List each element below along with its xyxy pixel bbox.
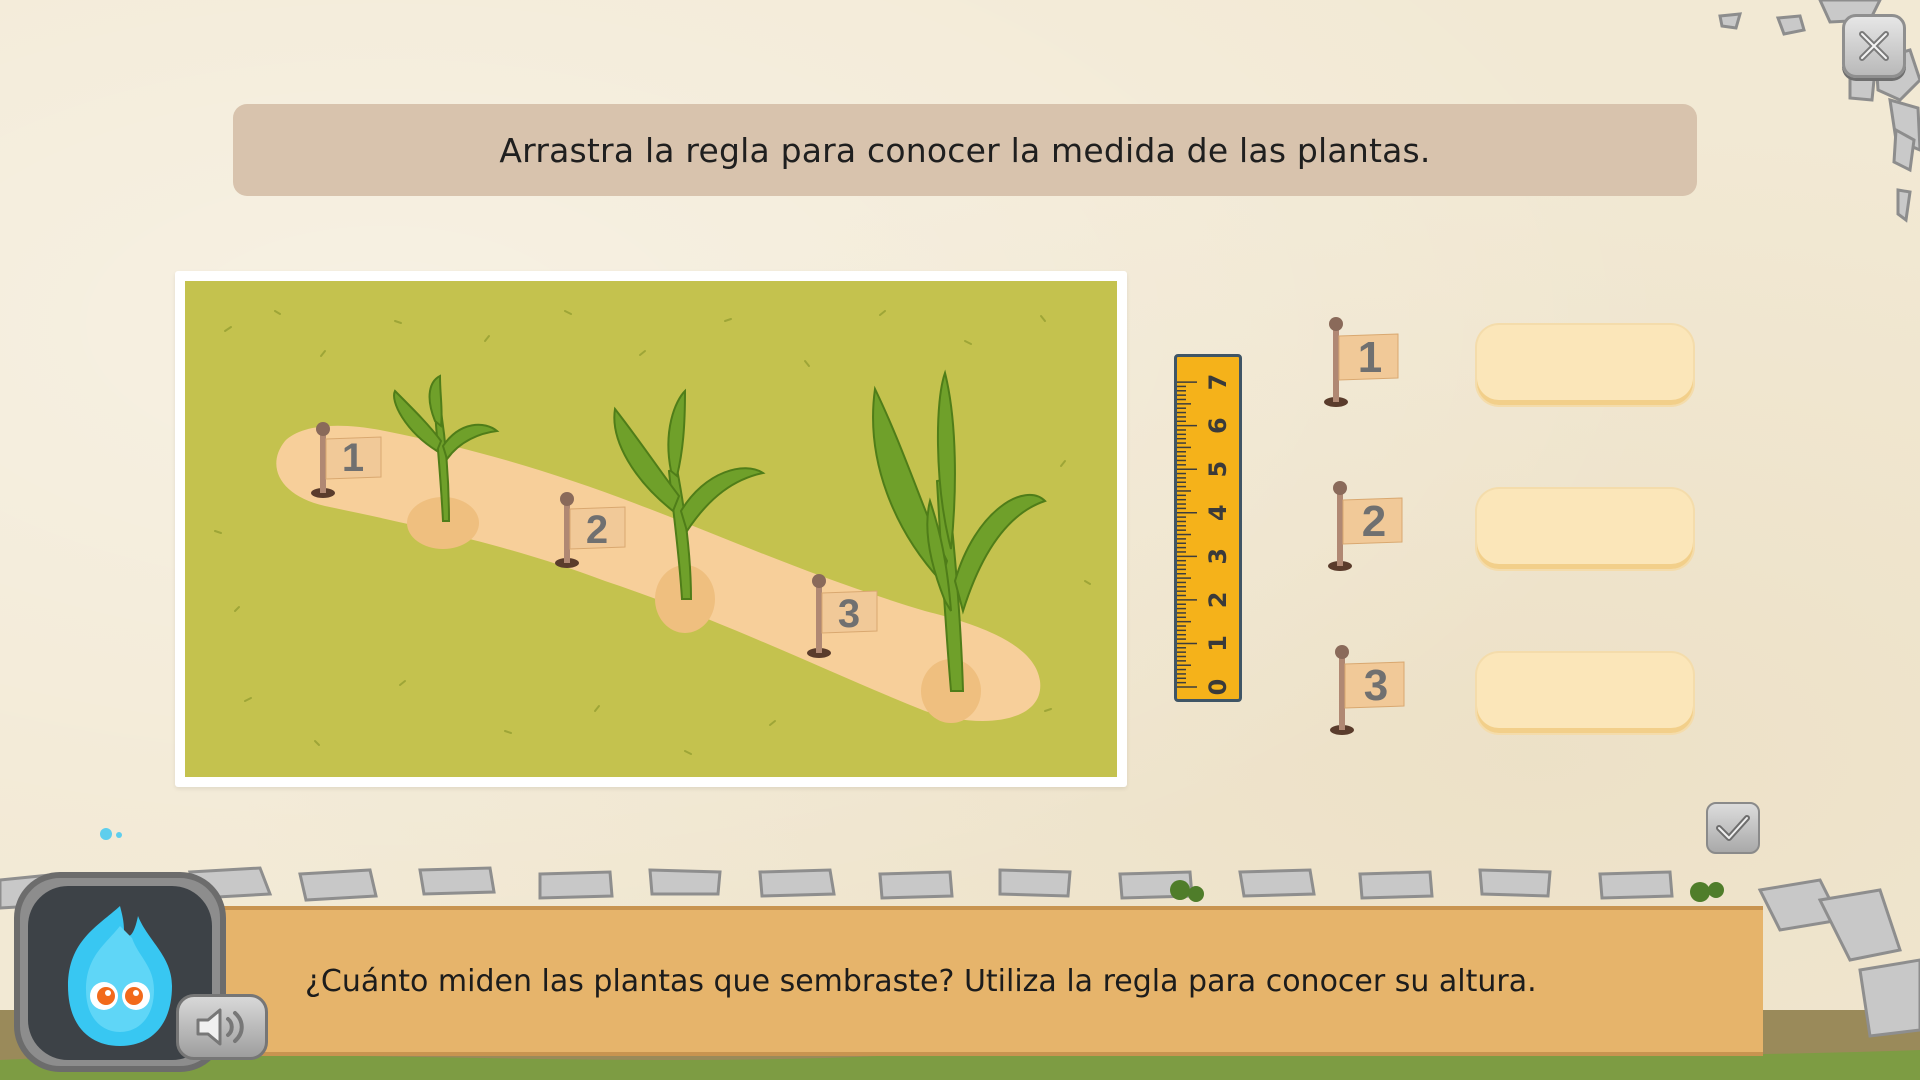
ruler-number: 0 (1204, 679, 1232, 696)
answer-input-1[interactable] (1477, 325, 1693, 405)
close-icon (1859, 31, 1889, 61)
instruction-banner: Arrastra la regla para conocer la medida… (233, 104, 1697, 196)
answer-flag-3-label: 3 (1364, 661, 1388, 710)
ruler-number: 2 (1204, 592, 1232, 609)
scene-flag-1-label: 1 (342, 436, 364, 480)
ruler-number: 1 (1204, 635, 1232, 652)
answer-flag-2-icon: 2 (1328, 481, 1403, 571)
ruler-number: 5 (1204, 461, 1232, 478)
garden-scene: 1 2 3 (185, 281, 1117, 777)
answer-input-2[interactable] (1477, 489, 1693, 569)
ruler-number: 4 (1204, 504, 1232, 521)
ruler-scale: 0 1 2 3 4 5 6 7 (1177, 374, 1232, 696)
garden-illustration: 1 2 3 (214, 310, 1091, 755)
speaker-icon (196, 1008, 244, 1046)
mascot-spark (100, 828, 112, 840)
answer-flag-1-label: 1 (1358, 333, 1382, 382)
ruler-number: 3 (1204, 548, 1232, 565)
scene-frame: 1 2 3 (175, 271, 1127, 787)
dialog-board: ¿Cuánto miden las plantas que sembraste?… (213, 906, 1763, 1056)
instruction-text: Arrastra la regla para conocer la medida… (499, 130, 1431, 170)
check-icon (1716, 815, 1750, 841)
answer-flag-2-label: 2 (1362, 497, 1386, 546)
draggable-ruler[interactable]: 0 1 2 3 4 5 6 7 (1174, 354, 1242, 702)
close-button[interactable] (1842, 14, 1906, 78)
dialog-text: ¿Cuánto miden las plantas que sembraste?… (305, 963, 1537, 999)
check-button[interactable] (1706, 802, 1760, 854)
scene-flag-3-label: 3 (838, 592, 860, 636)
scene-flag-2-label: 2 (586, 508, 608, 552)
answer-input-3[interactable] (1477, 653, 1693, 733)
ruler-number: 7 (1204, 374, 1232, 391)
sound-button[interactable] (176, 994, 268, 1060)
answer-flag-1-icon: 1 (1324, 317, 1399, 407)
mascot-spark (116, 832, 122, 838)
ruler-number: 6 (1204, 417, 1232, 434)
answer-flag-3-icon: 3 (1330, 645, 1405, 735)
